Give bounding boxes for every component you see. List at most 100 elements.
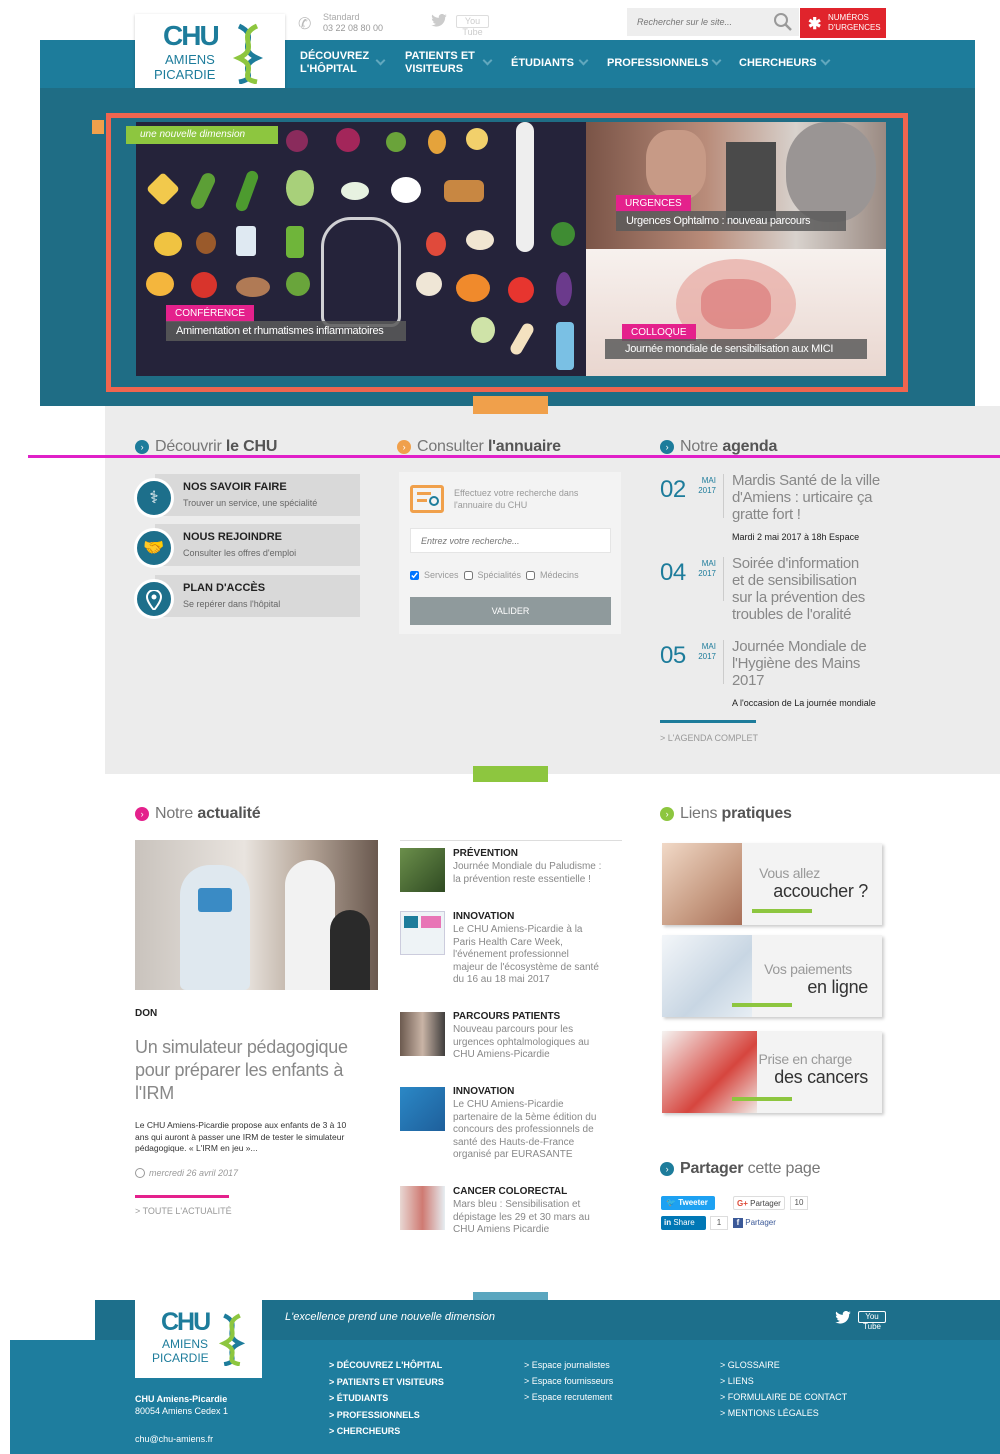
card-plan-acces[interactable]: PLAN D'ACCÈS Se repérer dans l'hôpital [155, 575, 360, 617]
card-rejoindre[interactable]: NOUS REJOINDRE Consulter les offres d'em… [155, 524, 360, 566]
standard-label: Standard [323, 12, 360, 22]
skeleton-hand-illustration [321, 217, 401, 327]
featured-news-title-line: Un simulateur pédagogique [135, 1037, 348, 1057]
news-item[interactable]: PRÉVENTION Journée Mondiale du Paludisme… [400, 846, 622, 896]
emergency-numbers-button[interactable]: ✱ NUMÉROS D'URGENCES [800, 8, 886, 38]
footer-link[interactable]: > GLOSSAIRE [720, 1357, 847, 1373]
news-all-link[interactable]: > TOUTE L'ACTUALITÉ [135, 1206, 232, 1216]
gplus-button[interactable]: G+ Partager [733, 1196, 785, 1210]
urgences-slide-title[interactable]: Urgences Ophtalmo : nouveau parcours [616, 211, 846, 231]
simulator-machine [180, 865, 250, 990]
footer-logo-amiens: AMIENS [162, 1337, 209, 1351]
filter-services-checkbox[interactable] [410, 570, 419, 580]
filter-medecins-checkbox[interactable] [526, 570, 536, 580]
news-item[interactable]: INNOVATION Le CHU Amiens-Picardie parten… [400, 1084, 622, 1169]
footer-logo[interactable]: CHU AMIENS PICARDIE [135, 1300, 262, 1378]
colloque-slide-title[interactable]: Journée mondiale de sensibilisation aux … [605, 339, 867, 359]
food-illustration [286, 226, 304, 258]
gplus-label: Partager [750, 1199, 781, 1208]
facebook-button[interactable]: f Partager [733, 1216, 785, 1230]
footer-youtube-icon[interactable]: You Tube [858, 1311, 886, 1331]
nav-etudiants-label: ÉTUDIANTS [511, 57, 574, 69]
agenda-title-bold: agenda [722, 438, 778, 455]
logo-dna-icon [232, 23, 264, 84]
footer-divider [473, 1292, 548, 1300]
nav-etudiants[interactable]: ÉTUDIANTS [511, 57, 574, 70]
footer-link[interactable]: > PROFESSIONNELS [329, 1407, 444, 1424]
youtube-icon[interactable]: You Tube [456, 15, 489, 37]
footer-link[interactable]: > Espace fournisseurs [524, 1373, 613, 1389]
featured-news-title-line: pour préparer les enfants à [135, 1060, 344, 1080]
footer-address: CHU Amiens-Picardie 80054 Amiens Cedex 1… [135, 1393, 228, 1445]
food-illustration [196, 232, 216, 254]
standard-phone[interactable]: 03 22 08 80 00 [323, 23, 383, 33]
footer-link[interactable]: > Espace recrutement [524, 1389, 613, 1405]
agenda-event-subtitle: A l'occasion de La journée mondiale [732, 698, 876, 708]
directory-intro-line2: l'annuaire du CHU [454, 500, 528, 510]
footer-link[interactable]: > CHERCHEURS [329, 1423, 444, 1440]
news-item[interactable]: CANCER COLORECTAL Mars bleu : Sensibilis… [400, 1184, 622, 1244]
footer-logo-dna-icon [218, 1313, 246, 1366]
news-item[interactable]: PARCOURS PATIENTS Nouveau parcours pour … [400, 1009, 622, 1069]
nav-professionnels[interactable]: PROFESSIONNELS [607, 57, 708, 70]
news-item-category: CANCER COLORECTAL [453, 1186, 568, 1197]
nav-chercheurs[interactable]: CHERCHEURS [739, 57, 817, 70]
site-search-input[interactable] [637, 12, 767, 32]
link-cancers[interactable]: Prise en charge des cancers [662, 1031, 882, 1113]
featured-news-photo[interactable] [135, 840, 378, 990]
emergency-line1: NUMÉROS [828, 13, 869, 22]
news-item-text-line: Mars bleu : Sensibilisation et [453, 1199, 581, 1210]
footer-link[interactable]: > LIENS [720, 1373, 847, 1389]
agenda-event-day: 05 [660, 642, 686, 669]
footer-link[interactable]: > FORMULAIRE DE CONTACT [720, 1389, 847, 1405]
tweet-button[interactable]: 🐦 Tweeter [661, 1196, 715, 1210]
link-accoucher[interactable]: Vous allez accoucher ? [662, 843, 882, 925]
card-savoir-faire[interactable]: NOS SAVOIR FAIRE Trouver un service, une… [155, 474, 360, 516]
news-title: › Notre actualité [135, 805, 261, 823]
footer-twitter-icon[interactable] [835, 1310, 851, 1324]
food-illustration [426, 232, 446, 256]
share-title: › Partager cette page [660, 1160, 821, 1178]
linkedin-button[interactable]: in Share [661, 1216, 706, 1230]
agenda-event-year: 2017 [698, 569, 716, 578]
footer-link[interactable]: > Espace journalistes [524, 1357, 613, 1373]
nav-decouvrez[interactable]: DÉCOUVREZ L'HÔPITAL [300, 50, 369, 76]
share-title-light: cette page [747, 1160, 821, 1177]
footer-link[interactable]: > DÉCOUVREZ L'HÔPITAL [329, 1357, 444, 1374]
directory-search-input[interactable] [410, 528, 611, 553]
agenda-event-day: 04 [660, 559, 686, 586]
agenda-event-day: 02 [660, 476, 686, 503]
filter-specialites-checkbox[interactable] [463, 570, 473, 580]
agenda-full-link[interactable]: > L'AGENDA COMPLET [660, 733, 758, 743]
search-icon[interactable] [773, 12, 793, 32]
food-illustration [556, 322, 574, 370]
news-item-text-line: la prévention reste essentielle ! [453, 873, 591, 885]
news-item[interactable]: INNOVATION Le CHU Amiens-Picardie à la P… [400, 908, 622, 993]
footer-email[interactable]: chu@chu-amiens.fr [135, 1433, 228, 1445]
share-title-bold: Partager [680, 1160, 744, 1177]
link-paiements[interactable]: Vos paiements en ligne [662, 935, 882, 1017]
agenda-event-year: 2017 [698, 486, 716, 495]
footer-link[interactable]: > ÉTUDIANTS [329, 1390, 444, 1407]
agenda-event[interactable]: 02 MAI 2017 Mardis Santé de la ville d'A… [660, 472, 900, 544]
map-pin-icon [134, 579, 174, 619]
site-logo[interactable]: CHU AMIENS PICARDIE [135, 14, 285, 96]
link-cancers-bar [732, 1097, 792, 1101]
directory-submit-button[interactable]: VALIDER [410, 597, 611, 625]
card-savoir-faire-subtitle: Trouver un service, une spécialité [183, 498, 318, 508]
card-rejoindre-subtitle: Consulter les offres d'emploi [183, 548, 297, 558]
news-item-text: Nouveau parcours pour les urgences ophta… [453, 1024, 589, 1062]
nav-patients[interactable]: PATIENTS ET VISITEURS [405, 50, 475, 76]
twitter-icon[interactable] [431, 13, 447, 27]
agenda-event[interactable]: 04 MAI 2017 Soirée d'information et de s… [660, 555, 900, 627]
emergency-line2: D'URGENCES [828, 23, 881, 32]
facebook-label: Partager [745, 1218, 776, 1227]
conference-slide-title[interactable]: Amimentation et rhumatismes inflammatoir… [166, 321, 406, 341]
featured-news-title[interactable]: Un simulateur pédagogique pour préparer … [135, 1036, 348, 1105]
agenda-event-title-line: d'Amiens : urticaire ça [732, 489, 873, 506]
agenda-event[interactable]: 05 MAI 2017 Journée Mondiale de l'Hygièn… [660, 638, 900, 710]
footer-link[interactable]: > PATIENTS ET VISITEURS [329, 1374, 444, 1391]
food-illustration [456, 274, 490, 302]
footer-link[interactable]: > MENTIONS LÉGALES [720, 1405, 847, 1421]
food-illustration [236, 277, 270, 297]
